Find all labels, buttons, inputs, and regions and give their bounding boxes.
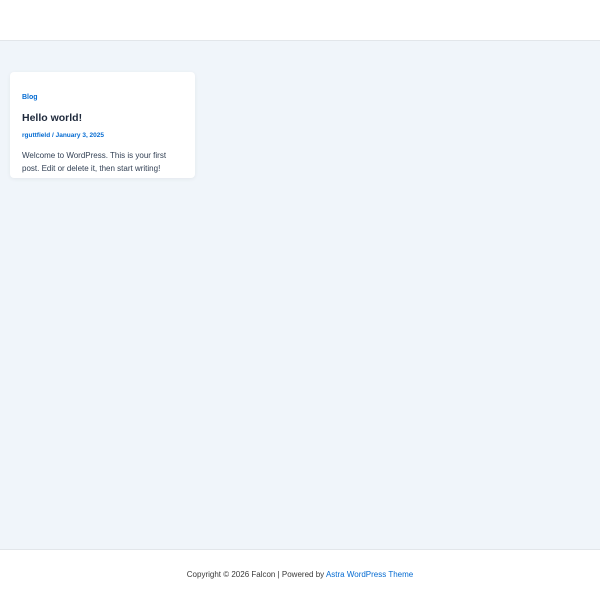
site-footer: Copyright © 2026 Falcon | Powered by Ast… — [0, 549, 600, 600]
site-header — [0, 0, 600, 41]
footer-copyright-text: Copyright © 2026 Falcon | Powered by — [186, 570, 326, 579]
footer-theme-link[interactable]: Astra WordPress Theme — [326, 570, 413, 579]
site-content: Blog Hello world! rguttfield / January 3… — [0, 41, 600, 549]
footer-copyright: Copyright © 2026 Falcon | Powered by Ast… — [0, 570, 600, 580]
post-title-link[interactable]: Hello world! — [22, 112, 183, 125]
post-card: Blog Hello world! rguttfield / January 3… — [10, 72, 195, 178]
post-meta: rguttfield / January 3, 2025 — [22, 131, 183, 140]
post-category-link[interactable]: Blog — [22, 93, 38, 102]
post-excerpt: Welcome to WordPress. This is your first… — [22, 151, 167, 173]
post-date-link[interactable]: January 3, 2025 — [56, 132, 104, 139]
post-author-link[interactable]: rguttfield — [22, 132, 50, 139]
